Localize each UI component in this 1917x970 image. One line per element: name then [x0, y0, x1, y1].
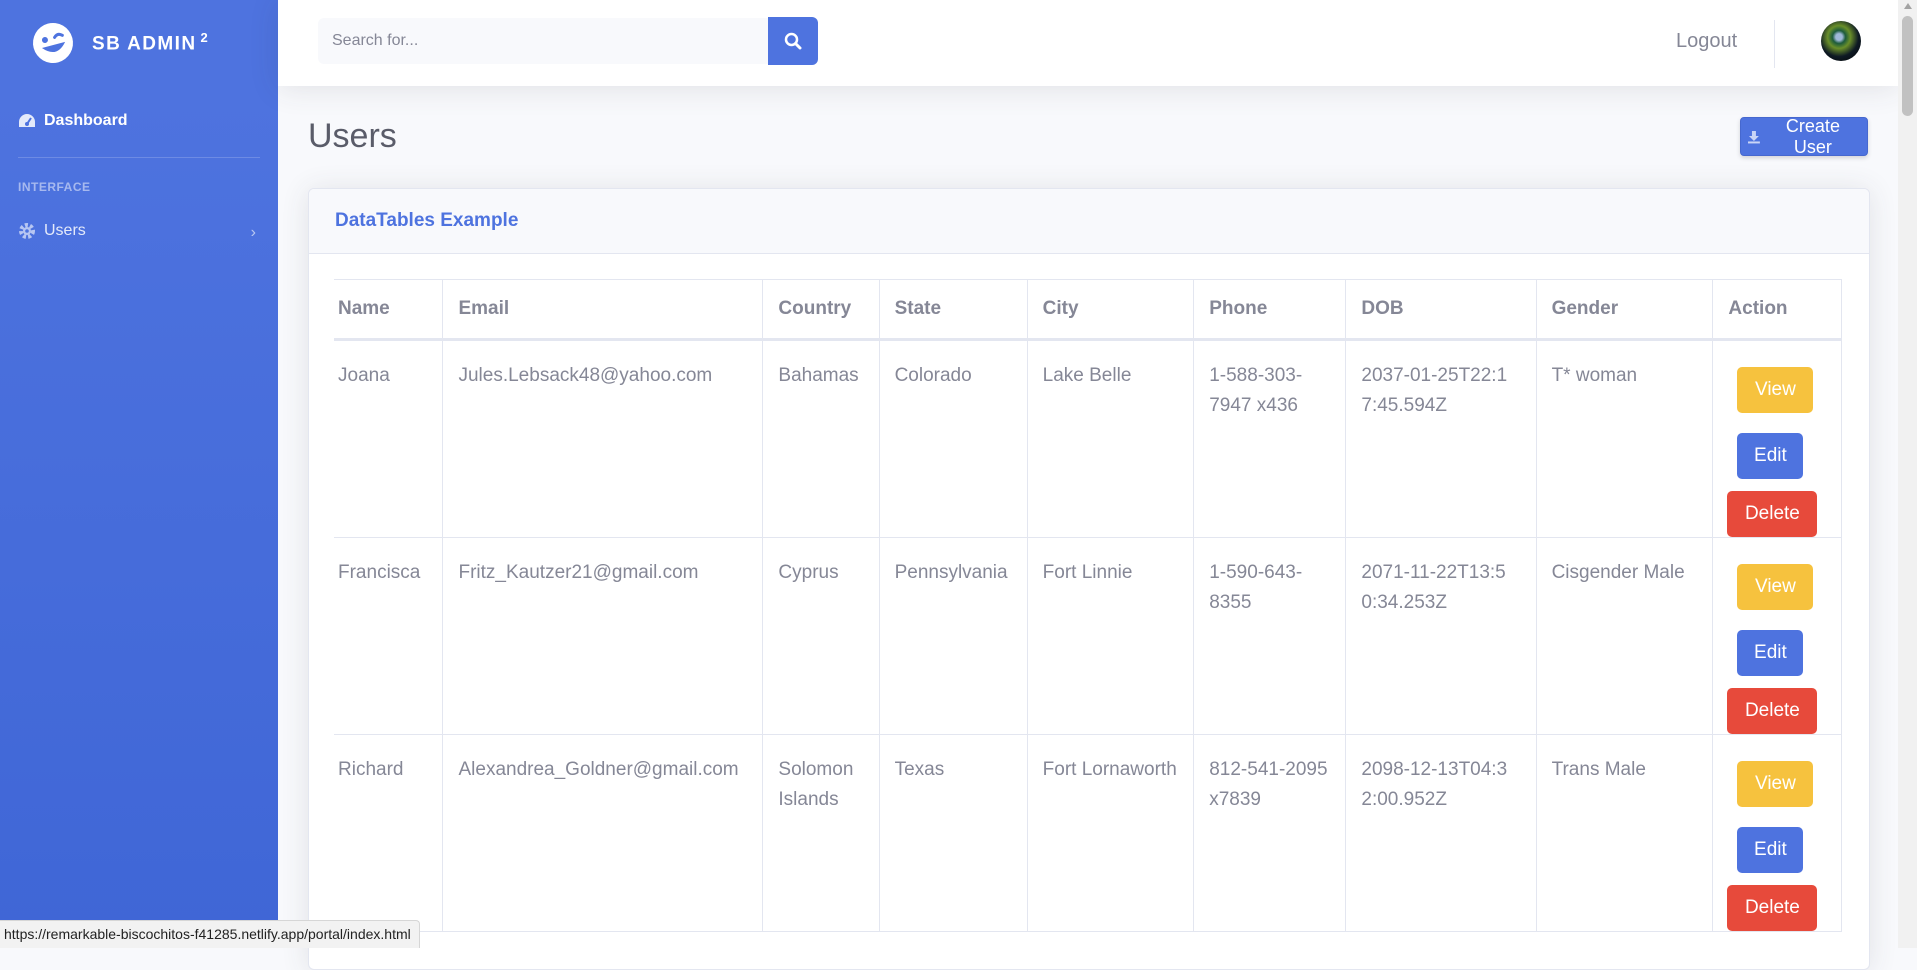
cell-dob: 2037-01-25T22:17:45.594Z: [1345, 339, 1537, 538]
topbar-divider: [1774, 20, 1775, 68]
create-user-label: Create User: [1785, 115, 1840, 157]
cell-actions: View Edit Delete: [1712, 339, 1842, 538]
page-title: Users: [308, 117, 397, 155]
scroll-up-icon[interactable]: [1904, 3, 1912, 9]
table-header-row: Name Email Country State City Phone DOB …: [334, 279, 1842, 341]
sidebar-brand[interactable]: SB ADMIN 2: [32, 22, 209, 64]
cell-email: Fritz_Kautzer21@gmail.com: [442, 537, 764, 735]
cell-phone: 812-541-2095 x7839: [1193, 734, 1347, 932]
cell-name: Francisca: [334, 537, 444, 735]
sidebar-item-dashboard[interactable]: Dashboard: [18, 112, 128, 130]
card-title: DataTables Example: [309, 189, 1869, 254]
sidebar-heading: INTERFACE: [18, 180, 91, 194]
table-row: Richard Alexandrea_Goldner@gmail.com Sol…: [334, 734, 1842, 932]
cell-actions: View Edit Delete: [1712, 537, 1842, 735]
search-button[interactable]: [768, 17, 818, 65]
sidebar-item-label: Dashboard: [44, 112, 128, 129]
edit-button[interactable]: Edit: [1737, 630, 1804, 676]
cell-dob: 2098-12-13T04:32:00.952Z: [1345, 734, 1537, 932]
column-header[interactable]: Name: [334, 279, 444, 341]
datatable-card: DataTables Example Name Email Country St…: [308, 188, 1870, 970]
column-header[interactable]: State: [878, 279, 1028, 341]
view-button[interactable]: View: [1737, 367, 1814, 413]
column-header[interactable]: Gender: [1535, 279, 1714, 341]
tachometer-icon: [19, 114, 35, 127]
cell-email: Jules.Lebsack48@yahoo.com: [442, 339, 764, 538]
topbar: Logout: [278, 0, 1898, 86]
create-user-button[interactable]: Create User: [1740, 115, 1868, 157]
column-header[interactable]: DOB: [1345, 279, 1537, 341]
table-row: Joana Jules.Lebsack48@yahoo.com Bahamas …: [334, 339, 1842, 538]
sidebar-divider: [18, 157, 260, 158]
cell-city: Fort Linnie: [1026, 537, 1195, 735]
cell-email: Alexandrea_Goldner@gmail.com: [442, 734, 764, 932]
search-input[interactable]: [318, 18, 768, 64]
column-header[interactable]: City: [1026, 279, 1195, 341]
cell-name: Richard: [334, 734, 444, 932]
cell-gender: Trans Male: [1535, 734, 1714, 932]
cell-dob: 2071-11-22T13:50:34.253Z: [1345, 537, 1537, 735]
search-form: [318, 17, 818, 65]
sidebar-item-users[interactable]: Users ›: [18, 222, 256, 241]
laugh-wink-icon: [33, 23, 73, 63]
scrollbar[interactable]: [1898, 0, 1917, 948]
delete-button[interactable]: Delete: [1727, 688, 1818, 734]
status-bar-url: https://remarkable-biscochitos-f41285.ne…: [0, 920, 420, 948]
table-row: Francisca Fritz_Kautzer21@gmail.com Cypr…: [334, 537, 1842, 735]
column-header[interactable]: Action: [1712, 279, 1842, 341]
cell-actions: View Edit Delete: [1712, 734, 1842, 932]
cell-gender: T* woman: [1535, 339, 1714, 538]
download-icon: [1747, 130, 1760, 143]
cell-country: Cyprus: [762, 537, 880, 735]
brand-name: SB ADMIN 2: [92, 30, 210, 55]
sidebar: SB ADMIN 2 Dashboard INTERFACE Users ›: [0, 0, 278, 948]
cell-city: Fort Lornaworth: [1026, 734, 1195, 932]
cell-country: Solomon Islands: [762, 734, 880, 932]
cell-phone: 1-588-303-7947 x436: [1193, 339, 1347, 538]
cell-phone: 1-590-643-8355: [1193, 537, 1347, 735]
edit-button[interactable]: Edit: [1737, 433, 1804, 479]
chevron-right-icon: ›: [250, 224, 256, 241]
cell-gender: Cisgender Male: [1535, 537, 1714, 735]
cell-country: Bahamas: [762, 339, 880, 538]
edit-button[interactable]: Edit: [1737, 827, 1804, 873]
column-header[interactable]: Email: [442, 279, 764, 341]
cell-state: Colorado: [878, 339, 1028, 538]
cell-city: Lake Belle: [1026, 339, 1195, 538]
search-icon: [784, 32, 802, 50]
scrollbar-thumb[interactable]: [1902, 16, 1913, 116]
column-header[interactable]: Country: [762, 279, 880, 341]
users-table: Name Email Country State City Phone DOB …: [334, 279, 1842, 932]
delete-button[interactable]: Delete: [1727, 885, 1818, 931]
cog-icon: [19, 223, 35, 239]
view-button[interactable]: View: [1737, 761, 1814, 807]
logout-link[interactable]: Logout: [1676, 30, 1737, 53]
sidebar-item-label: Users: [44, 222, 86, 239]
cell-state: Pennsylvania: [878, 537, 1028, 735]
cell-state: Texas: [878, 734, 1028, 932]
avatar[interactable]: [1821, 21, 1861, 61]
view-button[interactable]: View: [1737, 564, 1814, 610]
delete-button[interactable]: Delete: [1727, 491, 1818, 537]
column-header[interactable]: Phone: [1193, 279, 1347, 341]
cell-name: Joana: [334, 339, 444, 538]
